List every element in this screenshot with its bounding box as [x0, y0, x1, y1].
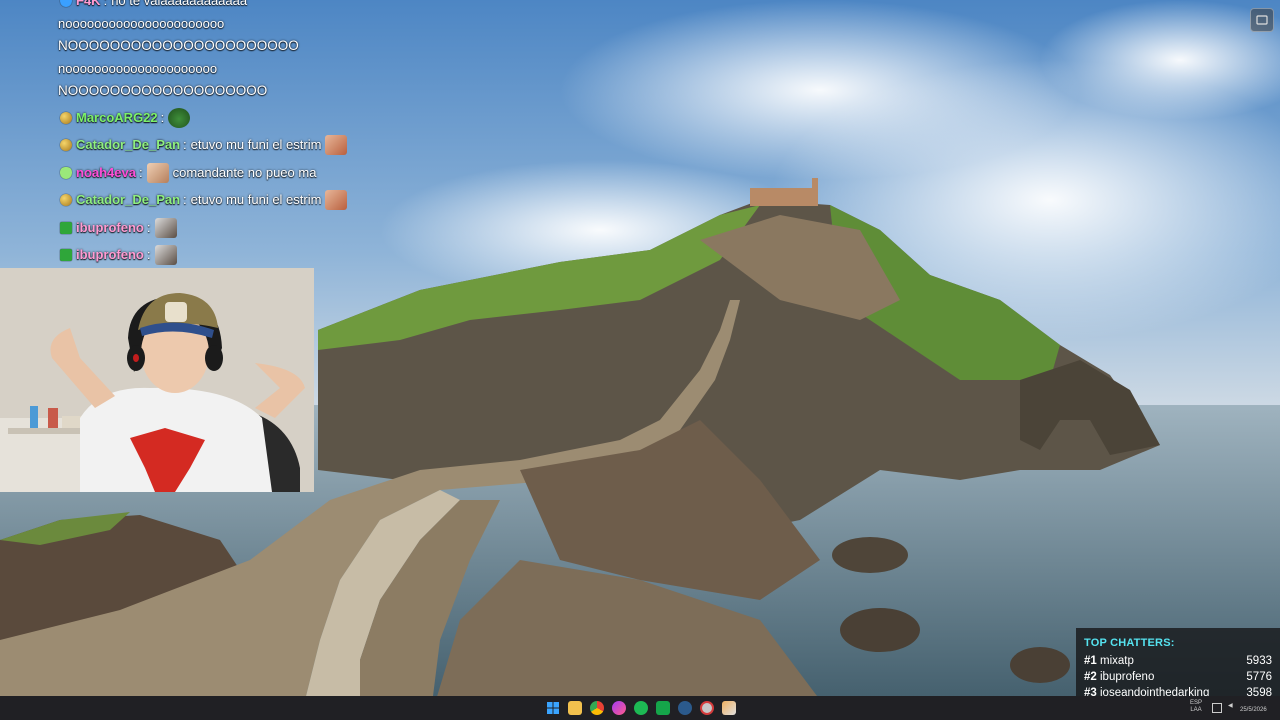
chrome-icon[interactable] [590, 701, 604, 715]
chat-username: F4K [76, 0, 101, 8]
cat-emote-icon [154, 217, 177, 238]
top-chatters-title: TOP CHATTERS: [1084, 637, 1175, 649]
taskbar: ESP LAA ◀ 25/5/2026 [0, 696, 1280, 720]
chat-message: Catador_De_Pan: etuvo mu funi el estrim [58, 134, 388, 157]
frog-emote-icon [168, 107, 191, 128]
chat-message: NOOOOOOOOOOOOOOOOOOOOOO [58, 35, 388, 58]
chat-message: noah4eva: comandante no pueo ma [58, 162, 388, 185]
chat-badge-icon [60, 194, 72, 207]
messenger-icon[interactable] [612, 701, 626, 715]
file-explorer-icon[interactable] [568, 701, 582, 715]
steam-icon[interactable] [678, 701, 692, 715]
chat-message: ibuprofeno: [58, 217, 388, 240]
chat-message: NOOOOOOOOOOOOOOOOOOO [58, 80, 388, 103]
chat-message: noooooooooooooooooooooo [58, 13, 388, 36]
cat-emote-icon [154, 245, 177, 266]
alien-badge-icon [60, 166, 72, 179]
app-icon[interactable] [700, 701, 714, 715]
chat-username: ibuprofeno [76, 219, 144, 235]
webcam-feed [0, 268, 314, 492]
chat-message: ibuprofeno: [58, 244, 388, 267]
green-app-icon[interactable] [656, 701, 670, 715]
chat-badge-icon [60, 139, 72, 152]
language-label: ESP [1190, 700, 1203, 706]
volume-icon[interactable]: ◀ [1228, 703, 1233, 710]
clock[interactable]: 25/5/2026 [1240, 707, 1267, 714]
date-label: 25/5/2026 [1240, 707, 1267, 713]
chat-username: Catador_De_Pan [76, 137, 181, 152]
chat-message: Catador_De_Pan: etuvo mu funi el estrim [58, 189, 388, 212]
cat-emote-icon [325, 135, 348, 156]
window-icon [1256, 15, 1268, 25]
chat-overlay: F4K: no te vaiaaaaaaaaaaaa noooooooooooo… [58, 0, 388, 267]
chat-text: etuvo mu funi el estrim [190, 192, 322, 207]
top-chatter-row: #1 mixatp 5933 [1084, 653, 1272, 669]
chat-text: noooooooooooooooooooooo [58, 15, 225, 31]
chat-username: ibuprofeno [76, 247, 144, 262]
chatter-name: mixatp [1100, 655, 1134, 667]
chat-username: Catador_De_Pan [76, 192, 181, 207]
chat-text: comandante no pueo ma [172, 164, 317, 180]
overlay-toggle-button[interactable] [1250, 8, 1274, 32]
chatter-rank: #2 [1084, 671, 1097, 683]
chat-badge-icon [60, 221, 72, 234]
chat-message: MarcoARG22: [58, 107, 388, 130]
cat-emote-icon [325, 190, 348, 211]
game-icon[interactable] [722, 701, 736, 715]
chat-text: NOOOOOOOOOOOOOOOOOOOOOO [58, 38, 299, 53]
chatter-rank: #1 [1084, 655, 1097, 667]
chat-badge-icon [60, 0, 72, 8]
region-label: LAA [1190, 707, 1202, 713]
top-chatter-row: #2 ibuprofeno 5776 [1084, 669, 1272, 685]
language-indicator[interactable]: ESP LAA [1190, 700, 1202, 714]
cat-emote-icon [146, 162, 169, 183]
webcam-image [0, 268, 314, 492]
network-icon[interactable] [1212, 703, 1222, 713]
chat-text: NOOOOOOOOOOOOOOOOOOO [58, 83, 268, 98]
chat-badge-icon [60, 111, 72, 124]
chat-badge-icon [60, 249, 72, 262]
chatter-score: 5933 [1246, 655, 1272, 667]
chat-message: nooooooooooooooooooooo [58, 58, 388, 81]
chatter-score: 5776 [1246, 671, 1272, 683]
chat-message: F4K: no te vaiaaaaaaaaaaaa [58, 0, 388, 13]
spotify-icon[interactable] [634, 701, 648, 715]
chat-username: noah4eva [76, 164, 136, 180]
chat-text: no te vaiaaaaaaaaaaaa [111, 0, 248, 8]
chat-text: etuvo mu funi el estrim [190, 137, 322, 152]
chatter-name: ibuprofeno [1100, 671, 1155, 683]
windows-start-icon[interactable] [546, 701, 560, 715]
chat-text: nooooooooooooooooooooo [58, 60, 218, 76]
chat-username: MarcoARG22 [76, 109, 158, 125]
